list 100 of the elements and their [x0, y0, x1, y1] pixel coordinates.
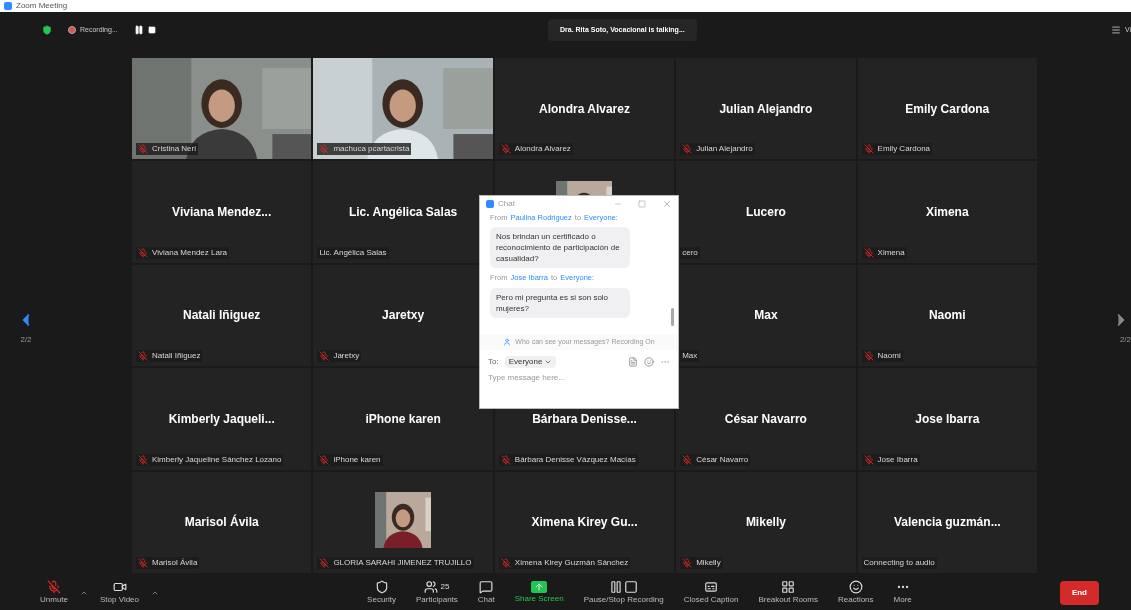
muted-mic-icon [863, 247, 874, 258]
to-label: To: [488, 356, 499, 368]
toolbar-button[interactable]: More [885, 575, 920, 610]
grid-icon [781, 579, 796, 594]
participant-name: Viviana Mendez... [172, 204, 272, 222]
chat-title: Chat [498, 198, 516, 210]
close-icon[interactable] [662, 199, 672, 209]
file-icon[interactable] [628, 357, 638, 367]
muted-mic-icon [138, 247, 148, 258]
app-icon [4, 2, 12, 10]
captions-icon [704, 579, 719, 594]
toolbar-button[interactable]: Stop Video [92, 579, 147, 606]
participant-name: Ximena Kirey Gu... [531, 514, 638, 532]
muted-mic-icon [138, 454, 148, 465]
participant-count: 25 [440, 580, 450, 593]
participant-name: iPhone karen [365, 410, 441, 428]
participant-name: Mikelly [745, 514, 786, 532]
muted-mic-icon [682, 558, 693, 568]
view-icon [1110, 25, 1121, 35]
participant-name: Valencia guzmán... [893, 514, 1001, 532]
emoji-icon[interactable] [644, 357, 654, 367]
muted-mic-icon [682, 144, 693, 155]
muted-mic-icon [138, 144, 148, 155]
muted-mic-icon [319, 144, 330, 155]
participant-name: Kimberly Jaqueli... [168, 410, 275, 428]
person-icon [503, 338, 512, 346]
muted-mic-icon [863, 454, 874, 465]
participant-label: Jaretxy [333, 350, 360, 363]
message-input[interactable]: Type message here... [488, 372, 670, 384]
participant-name: Jaretxy [382, 307, 425, 325]
participant-label: Mikelly [696, 557, 721, 569]
end-button[interactable]: End [1059, 580, 1099, 605]
participant-name: Emily Cardona [905, 100, 990, 118]
muted-mic-icon [863, 144, 874, 155]
maximize-icon[interactable] [638, 200, 646, 208]
toolbar-button[interactable]: Unmute [32, 579, 76, 606]
participant-label: Max [682, 350, 698, 363]
participant-name: Lic. Angélica Salas [348, 204, 458, 222]
participant-name: Alondra Alvarez [539, 100, 630, 118]
pause-stop-icon [609, 579, 639, 594]
participant-label: Jose Ibarra [877, 453, 918, 466]
participant-name: César Navarro [724, 410, 807, 428]
participant-name: Julian Alejandro [719, 100, 813, 118]
security-shield-icon [42, 25, 52, 35]
smile-icon [848, 579, 863, 594]
share-icon [531, 580, 548, 593]
muted-mic-icon [500, 454, 511, 465]
shield-icon [374, 579, 389, 594]
toolbar-button[interactable]: Chat [469, 575, 503, 610]
muted-mic-icon [500, 144, 511, 155]
page-indicator: 2/2 [1119, 333, 1131, 346]
pause-icon[interactable] [133, 25, 144, 35]
people-icon [424, 579, 439, 594]
participant-label: Viviana Mendez Lara [152, 246, 227, 259]
muted-mic-icon [138, 558, 148, 568]
message-bubble: Pero mi pregunta es si son solo mujeres? [490, 287, 630, 318]
participant-label: Julian Alejandro [696, 143, 753, 156]
participant-name: Bárbara Denisse... [532, 410, 637, 428]
participant-name: Lucero [745, 204, 786, 222]
participant-label: GLORIA SARAHI JIMENEZ TRUJILLO [333, 557, 472, 569]
participant-name: Marisol Ávila [184, 513, 259, 532]
toolbar-button[interactable]: Pause/Stop Recording [575, 575, 672, 610]
participant-label: Lic. Angélica Salas [319, 246, 387, 259]
participant-name: Ximena [925, 204, 969, 222]
toolbar-button[interactable]: Reactions [830, 575, 882, 610]
toolbar-button[interactable]: Share Screen [506, 575, 572, 610]
participant-label: Kimberly Jaqueline Sánchez Lozano [152, 453, 282, 466]
participant-label: cero [682, 246, 698, 259]
participant-label: Ximena Kirey Guzmán Sánchez [514, 557, 629, 569]
toolbar-button[interactable]: Closed Caption [675, 575, 747, 610]
participant-name: Naomi [928, 307, 966, 325]
participant-label: machuca pcartacrista [333, 143, 410, 156]
participant-name: Natali Iñiguez [183, 307, 261, 325]
participant-label: Alondra Alvarez [514, 143, 571, 156]
participant-label: Naomi [877, 350, 901, 363]
muted-mic-icon [863, 351, 874, 362]
muted-mic-icon [500, 558, 511, 568]
participant-name: Max [754, 307, 778, 325]
muted-mic-icon [319, 454, 330, 465]
participant-name: Jose Ibarra [915, 410, 980, 428]
page-indicator: 2/2 [20, 333, 32, 346]
window-title: Zoom Meeting [16, 2, 68, 10]
message-bubble: Nos brindan un certificado o reconocimiento de participación de casualidad? [490, 227, 630, 269]
recipient-dropdown[interactable]: Everyone [504, 356, 557, 368]
muted-mic-icon [319, 351, 330, 362]
recording-indicator [68, 26, 76, 34]
stop-icon[interactable] [147, 26, 156, 34]
scrollbar-thumb[interactable] [671, 308, 674, 326]
minimize-icon[interactable] [614, 200, 622, 208]
muted-mic-icon [682, 454, 693, 465]
participant-label: Natali Iñiguez [152, 350, 201, 363]
chat-icon [479, 579, 494, 594]
muted-mic-icon [138, 351, 148, 362]
toolbar-button[interactable]: Breakout Rooms [750, 575, 826, 610]
toolbar-button[interactable]: 25 Participants [408, 575, 466, 610]
toolbar-button[interactable]: Security [359, 575, 404, 610]
participant-label: Cristina Neri [152, 143, 196, 156]
chat-app-icon [486, 200, 494, 208]
caret-icon [544, 358, 553, 366]
participant-label: César Navarro [696, 453, 749, 466]
